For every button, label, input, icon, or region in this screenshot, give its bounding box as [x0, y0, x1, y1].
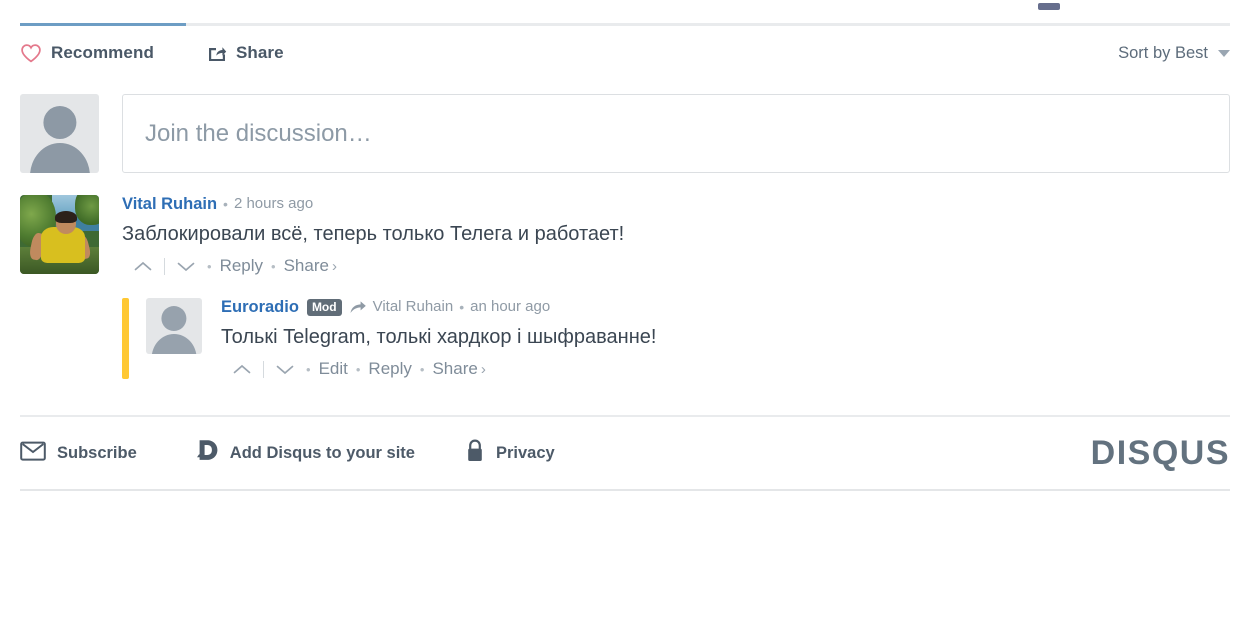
comment-author[interactable]: Vital Ruhain [122, 195, 217, 213]
action-dot: • [419, 361, 425, 377]
moderator-badge: Mod [306, 298, 342, 316]
reply-text: Толькі Telegram, толькі хардкор і шыфрав… [221, 326, 657, 348]
comment-reply-item: Euroradio Mod Vital Ruhain • an hour ago… [122, 298, 1230, 379]
comment-header: Vital Ruhain • 2 hours ago [122, 195, 1230, 213]
recommend-label: Recommend [51, 43, 154, 62]
lock-icon [465, 438, 485, 468]
default-avatar-icon [20, 94, 99, 173]
share-label: Share [235, 43, 284, 62]
action-dot: • [355, 361, 361, 377]
comment-thread: Vital Ruhain • 2 hours ago Заблокировали… [20, 195, 1230, 379]
action-dot: • [306, 361, 311, 377]
disqus-d-icon [196, 439, 219, 467]
widget-footer: Subscribe Add Disqus to your site Privac… [20, 417, 1230, 489]
tab-strip [20, 3, 1230, 26]
recommend-button[interactable]: Recommend [20, 43, 154, 63]
add-disqus-label: Add Disqus to your site [229, 443, 415, 462]
share-icon [207, 43, 227, 63]
disqus-comment-widget: Recommend Share Sort by Best Join the di… [0, 3, 1250, 644]
envelope-icon [20, 441, 46, 466]
reply-author[interactable]: Euroradio [221, 298, 299, 316]
privacy-button[interactable]: Privacy [465, 438, 555, 468]
downvote-button[interactable] [173, 257, 199, 275]
add-disqus-button[interactable]: Add Disqus to your site [196, 439, 415, 467]
upvote-button[interactable] [229, 360, 255, 378]
comment-body: Vital Ruhain • 2 hours ago Заблокировали… [122, 195, 1230, 276]
avatar[interactable] [20, 195, 99, 274]
reply-parent-author[interactable]: Vital Ruhain [373, 298, 454, 316]
comment-timestamp[interactable]: 2 hours ago [234, 195, 313, 213]
reply-actions: • Edit • Reply • Share › [221, 359, 1230, 379]
privacy-label: Privacy [495, 443, 555, 462]
disqus-logo[interactable]: DISQUS [1091, 434, 1230, 473]
bottom-divider [20, 489, 1230, 491]
reply-body: Euroradio Mod Vital Ruhain • an hour ago… [221, 298, 1230, 379]
upvote-button[interactable] [130, 257, 156, 275]
cropped-top-icon [1038, 3, 1060, 10]
share-chevron-icon: › [331, 257, 337, 275]
reply-arrow-icon [349, 300, 367, 315]
share-link[interactable]: Share [284, 256, 329, 276]
vote-divider [263, 360, 264, 378]
downvote-button[interactable] [272, 360, 298, 378]
action-dot: • [207, 258, 212, 274]
sort-by-label: Sort by Best [1118, 43, 1208, 62]
comment-item: Vital Ruhain • 2 hours ago Заблокировали… [20, 195, 1230, 276]
heart-icon [20, 43, 42, 63]
reply-timestamp[interactable]: an hour ago [470, 298, 550, 316]
reply-link[interactable]: Reply [220, 256, 263, 276]
separator-dot: • [223, 196, 228, 212]
subscribe-label: Subscribe [57, 443, 137, 462]
comment-toolbar: Recommend Share Sort by Best [20, 26, 1230, 80]
comment-input-placeholder: Join the discussion… [145, 119, 372, 147]
separator-dot: • [459, 299, 465, 315]
comment-input[interactable]: Join the discussion… [122, 94, 1230, 173]
reply-link[interactable]: Reply [368, 359, 411, 379]
action-dot: • [271, 258, 276, 274]
highlight-bar [122, 298, 129, 379]
comment-composer: Join the discussion… [20, 94, 1230, 173]
comment-actions: • Reply • Share › [122, 256, 1230, 276]
chevron-down-icon [1218, 49, 1230, 57]
user-photo-avatar [20, 195, 99, 274]
sort-by-dropdown[interactable]: Sort by Best [1118, 44, 1230, 63]
comment-text: Заблокировали всё, теперь только Телега … [122, 223, 625, 245]
subscribe-button[interactable]: Subscribe [20, 441, 137, 466]
default-avatar-icon[interactable] [146, 298, 202, 354]
vote-divider [164, 257, 165, 275]
share-link[interactable]: Share [432, 359, 477, 379]
edit-link[interactable]: Edit [319, 359, 348, 379]
share-chevron-icon: › [480, 360, 486, 378]
share-button[interactable]: Share [207, 43, 284, 63]
reply-header: Euroradio Mod Vital Ruhain • an hour ago [221, 298, 1230, 316]
